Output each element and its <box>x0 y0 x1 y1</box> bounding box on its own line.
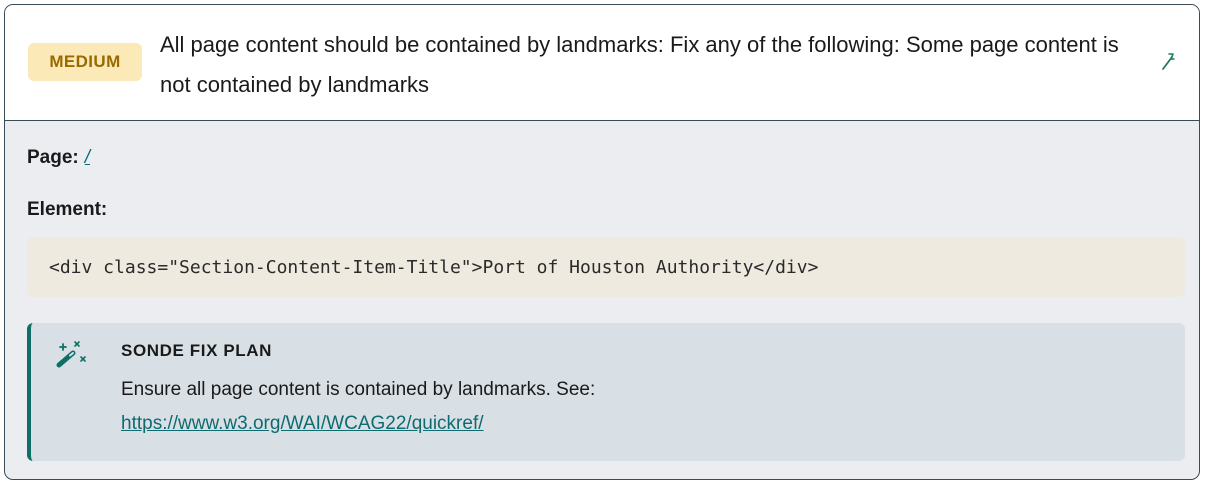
wcag-quickref-link[interactable]: https://www.w3.org/WAI/WCAG22/quickref/ <box>121 413 484 435</box>
magic-wand-icon <box>53 339 91 371</box>
element-code: <div class="Section-Content-Item-Title">… <box>27 237 1185 297</box>
wand-lightning-icon[interactable] <box>1159 49 1177 73</box>
fix-plan-text: Ensure all page content is contained by … <box>121 379 596 400</box>
issue-card: MEDIUM All page content should be contai… <box>4 4 1200 480</box>
page-label: Page: <box>27 147 79 168</box>
page-link[interactable]: / <box>85 147 90 168</box>
issue-header[interactable]: MEDIUM All page content should be contai… <box>5 5 1199 121</box>
fix-plan-box: SONDE FIX PLAN Ensure all page content i… <box>27 323 1185 461</box>
element-label: Element: <box>27 199 108 220</box>
severity-badge: MEDIUM <box>28 43 142 81</box>
page-row: Page: / <box>27 147 90 169</box>
fix-plan-heading: SONDE FIX PLAN <box>121 341 273 360</box>
issue-title: All page content should be contained by … <box>160 32 1119 97</box>
